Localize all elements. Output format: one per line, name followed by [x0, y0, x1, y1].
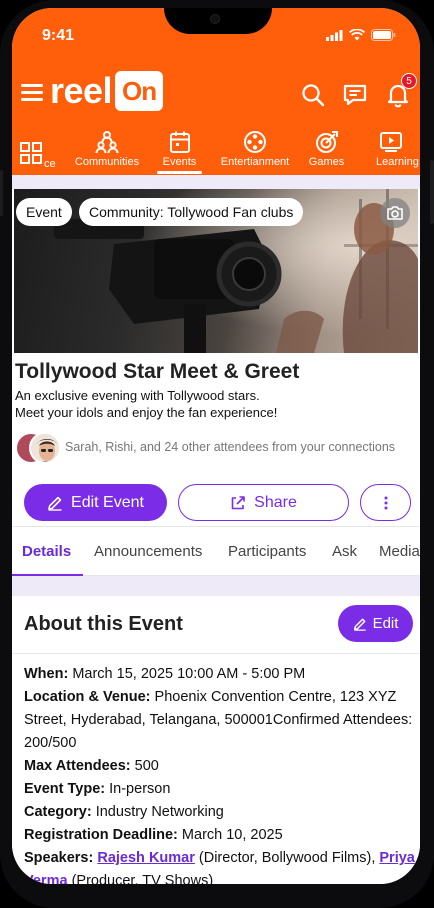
- front-camera: [210, 14, 220, 24]
- logo-box-text: On: [122, 75, 157, 106]
- wifi-icon: [349, 29, 365, 41]
- attendees-summary[interactable]: Sarah, Rishi, and 24 other attendees fro…: [15, 430, 420, 466]
- detail-when: When: March 15, 2025 10:00 AM - 5:00 PM: [24, 663, 416, 686]
- status-time: 9:41: [42, 27, 75, 44]
- detail-label: Speakers:: [24, 850, 94, 866]
- person-photo: [31, 434, 59, 462]
- detail-value: March 10, 2025: [181, 827, 283, 843]
- event-tabs: Details Announcements Participants Ask M…: [12, 526, 420, 577]
- reelon-logo[interactable]: reel On: [50, 70, 164, 111]
- tab-ask[interactable]: Ask: [332, 543, 357, 560]
- detail-value: In-person: [109, 781, 171, 797]
- battery-icon: [371, 29, 396, 41]
- description-line: An exclusive evening with Tollywood star…: [15, 388, 260, 403]
- edit-event-label: Edit Event: [71, 493, 144, 511]
- menu-icon[interactable]: [21, 84, 43, 102]
- nav-active-indicator: [157, 171, 202, 174]
- detail-label: Max Attendees:: [24, 758, 131, 774]
- more-options-button[interactable]: [360, 484, 411, 521]
- nav-item-communities[interactable]: Communities: [71, 130, 143, 168]
- target-icon: [315, 131, 338, 153]
- share-label: Share: [254, 493, 297, 511]
- more-vertical-icon: [384, 496, 387, 509]
- speaker-role: (Director, Bollywood Films),: [198, 850, 376, 866]
- tab-announcements[interactable]: Announcements: [94, 543, 202, 560]
- nav-item-entertainment[interactable]: Entertianment: [215, 130, 295, 168]
- about-event-card: About this Event Edit When: March 15, 20…: [12, 596, 420, 884]
- nav-label: Games: [308, 156, 345, 168]
- calendar-icon: [169, 131, 190, 153]
- nav-label: Entertianment: [220, 156, 290, 168]
- detail-label: Location & Venue:: [24, 689, 151, 705]
- film-reel-icon: [244, 131, 266, 153]
- description-line: Meet your idols and enjoy the fan experi…: [15, 405, 278, 420]
- category-nav: ce Communities Events Entertianment Game…: [12, 130, 420, 178]
- detail-label: Category:: [24, 804, 92, 820]
- avatar: [29, 432, 61, 464]
- event-banner-image: Event Community: Tollywood Fan clubs: [14, 189, 418, 353]
- edit-event-button[interactable]: Edit Event: [24, 484, 167, 521]
- attendees-text: Sarah, Rishi, and 24 other attendees fro…: [65, 440, 396, 454]
- speaker-link[interactable]: Rajesh Kumar: [97, 850, 195, 866]
- tab-participants[interactable]: Participants: [228, 543, 306, 560]
- section-divider: [12, 576, 420, 596]
- detail-category: Category: Industry Networking: [24, 801, 416, 824]
- detail-deadline: Registration Deadline: March 10, 2025: [24, 824, 416, 847]
- about-header: About this Event Edit: [12, 596, 420, 654]
- detail-max-attendees: Max Attendees: 500: [24, 755, 416, 778]
- notification-badge: 5: [401, 73, 417, 89]
- detail-label: Registration Deadline:: [24, 827, 178, 843]
- detail-label: Event Type:: [24, 781, 106, 797]
- detail-value: March 15, 2025 10:00 AM - 5:00 PM: [72, 666, 306, 682]
- nav-item-ce[interactable]: ce: [14, 130, 56, 170]
- logo-text: reel: [50, 70, 113, 111]
- pencil-icon: [48, 496, 62, 511]
- detail-label: When:: [24, 666, 69, 682]
- detail-value: Industry Networking: [95, 804, 224, 820]
- event-details: When: March 15, 2025 10:00 AM - 5:00 PM …: [24, 663, 416, 884]
- about-title: About this Event: [24, 613, 183, 635]
- nav-label: Learning: [376, 156, 419, 168]
- play-icon: [380, 132, 402, 152]
- nav-item-learning[interactable]: Learning: [376, 130, 420, 168]
- power-button: [0, 170, 3, 216]
- share-button[interactable]: Share: [178, 484, 349, 521]
- logo-box: On: [115, 71, 164, 111]
- edit-about-button[interactable]: Edit: [338, 605, 413, 642]
- event-title: Tollywood Star Meet & Greet: [15, 360, 300, 383]
- people-icon: [95, 131, 119, 154]
- detail-value: 500: [134, 758, 159, 774]
- detail-event-type: Event Type: In-person: [24, 778, 416, 801]
- grid-icon: [20, 142, 42, 164]
- event-type-chip: Event: [16, 198, 72, 226]
- signal-icon: [326, 29, 343, 41]
- community-chip[interactable]: Community: Tollywood Fan clubs: [79, 198, 304, 226]
- divider-strip: [12, 175, 420, 189]
- detail-speakers: Speakers: Rajesh Kumar (Director, Bollyw…: [24, 847, 416, 884]
- volume-button: [430, 160, 434, 224]
- search-icon[interactable]: [300, 82, 326, 108]
- status-icons: [326, 29, 396, 41]
- detail-location: Location & Venue: Phoenix Convention Cen…: [24, 686, 416, 755]
- speaker-role: (Producer, TV Shows): [71, 873, 214, 884]
- change-cover-button[interactable]: [380, 198, 410, 228]
- event-description: An exclusive evening with Tollywood star…: [15, 387, 415, 421]
- nav-item-games[interactable]: Games: [304, 130, 349, 168]
- chat-icon[interactable]: [342, 82, 368, 108]
- app-header: 9:41 reel On 5 ce Communities Events Ent…: [12, 8, 420, 175]
- nav-item-events[interactable]: Events: [157, 130, 202, 168]
- tab-media[interactable]: Media: [379, 543, 420, 560]
- nav-label: ce: [44, 158, 56, 170]
- edit-label: Edit: [372, 615, 399, 632]
- nav-label: Communities: [74, 156, 140, 168]
- pencil-icon: [353, 618, 366, 631]
- tab-details[interactable]: Details: [22, 543, 71, 560]
- share-icon: [231, 495, 245, 509]
- screen: 9:41 reel On 5 ce Communities Events Ent…: [12, 8, 420, 884]
- camera-icon: [387, 206, 403, 220]
- nav-label: Events: [162, 156, 197, 168]
